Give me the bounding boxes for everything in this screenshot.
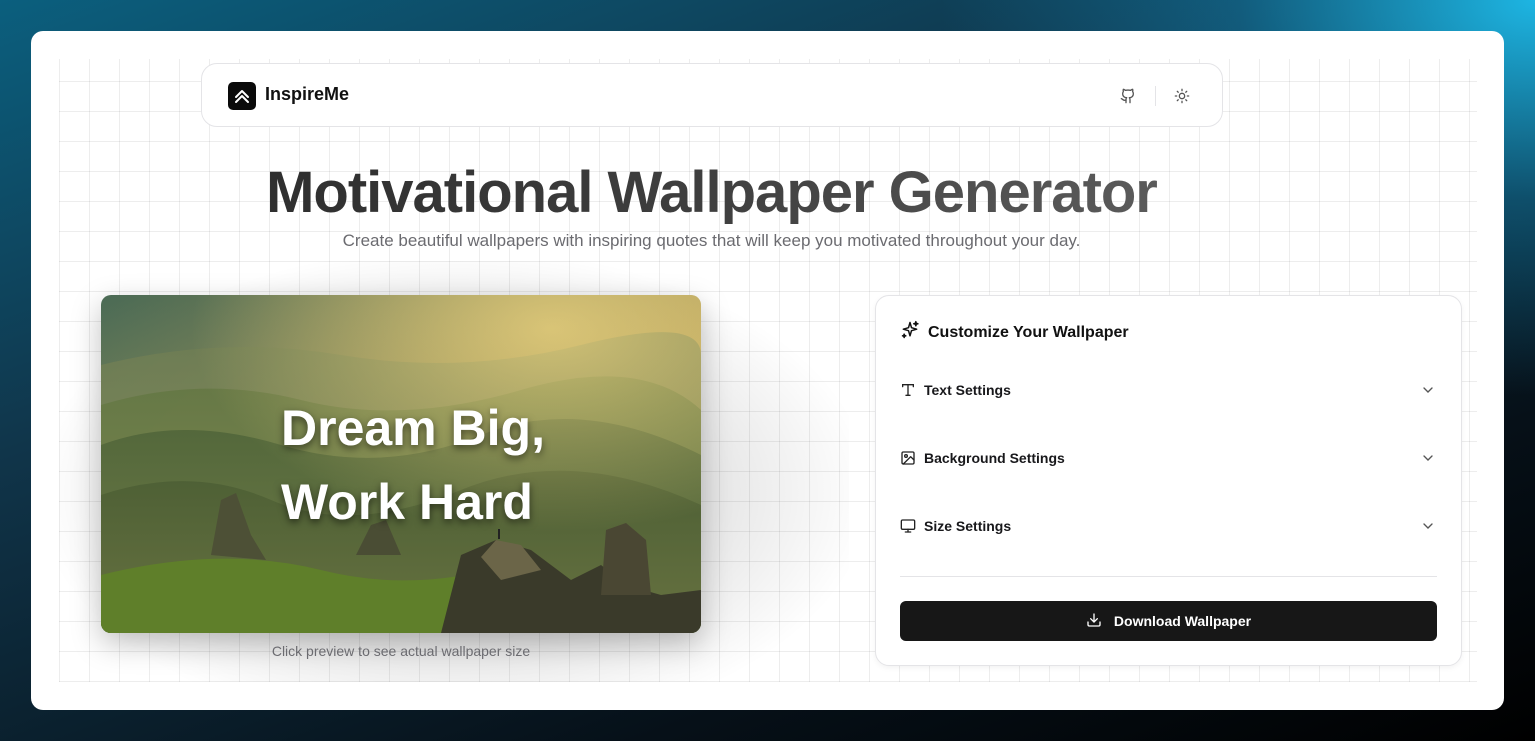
nav-divider <box>1155 86 1156 106</box>
sparkles-icon <box>900 320 920 345</box>
size-settings-label: Size Settings <box>924 518 1012 534</box>
chevrons-up-icon[interactable] <box>228 82 256 110</box>
download-label: Download Wallpaper <box>1113 613 1252 629</box>
page-subtitle: Create beautiful wallpapers with inspiri… <box>342 231 1081 250</box>
panel-divider <box>900 576 1437 577</box>
image-icon <box>900 450 916 466</box>
customize-panel: Customize Your Wallpaper Text Settings B… <box>875 295 1462 666</box>
app-window: InspireMe Motivational Wallpaper Generat… <box>31 31 1504 710</box>
page-title: Motivational Wallpaper Generator <box>31 159 1392 226</box>
sun-icon[interactable] <box>1170 84 1194 108</box>
github-icon[interactable] <box>1116 84 1140 108</box>
background-settings-label: Background Settings <box>924 450 1065 466</box>
quote-line-2: Work Hard <box>281 474 533 530</box>
top-navbar: InspireMe <box>201 63 1223 127</box>
download-wallpaper-button[interactable]: Download Wallpaper <box>900 601 1437 641</box>
chevron-down-icon <box>1420 518 1436 534</box>
chevron-down-icon <box>1420 450 1436 466</box>
panel-header: Customize Your Wallpaper <box>900 320 1129 345</box>
chevron-down-icon <box>1420 382 1436 398</box>
preview-caption: Click preview to see actual wallpaper si… <box>271 643 531 659</box>
size-settings-accordion[interactable]: Size Settings <box>900 506 1438 546</box>
panel-title: Customize Your Wallpaper <box>928 323 1129 341</box>
quote-text: Dream Big, Work Hard <box>281 391 681 539</box>
wallpaper-preview[interactable]: Dream Big, Work Hard <box>101 295 701 633</box>
monitor-icon <box>900 518 916 534</box>
text-type-icon <box>900 382 916 398</box>
text-settings-accordion[interactable]: Text Settings <box>900 370 1438 410</box>
background-settings-accordion[interactable]: Background Settings <box>900 438 1438 478</box>
quote-line-1: Dream Big, <box>281 400 545 456</box>
text-settings-label: Text Settings <box>924 382 1011 398</box>
brand-name[interactable]: InspireMe <box>265 84 349 105</box>
download-icon <box>1086 612 1102 631</box>
